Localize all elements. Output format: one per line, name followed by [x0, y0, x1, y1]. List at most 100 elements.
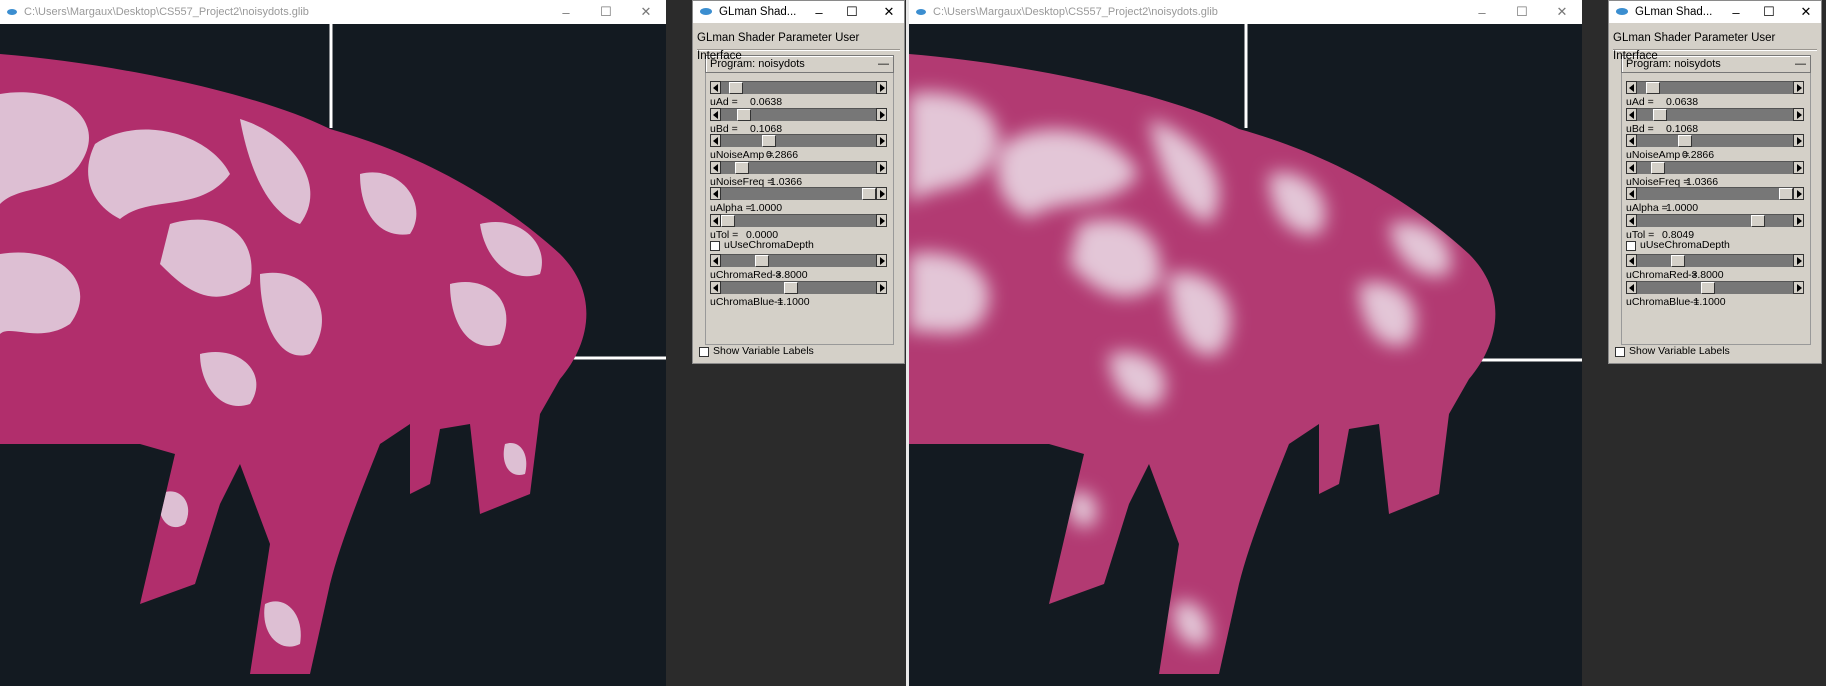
- slider-right-arrow-icon[interactable]: [876, 134, 887, 147]
- param-slider[interactable]: [710, 107, 887, 121]
- slider-left-arrow-icon[interactable]: [710, 134, 721, 147]
- close-icon[interactable]: ✕: [626, 4, 666, 20]
- collapse-toggle[interactable]: —: [878, 58, 889, 70]
- slider-thumb[interactable]: [735, 161, 750, 174]
- slider-thumb[interactable]: [784, 281, 799, 294]
- maximize-icon[interactable]: ☐: [1749, 4, 1789, 20]
- slider-track[interactable]: [721, 213, 876, 227]
- glman-viewer-left[interactable]: C:\Users\Margaux\Desktop\CS557_Project2\…: [0, 0, 666, 686]
- param-slider[interactable]: [1626, 107, 1804, 121]
- slider-track[interactable]: [721, 254, 876, 267]
- slider-right-arrow-icon[interactable]: [876, 107, 887, 121]
- close-icon[interactable]: ✕: [1789, 4, 1823, 20]
- slider-right-arrow-icon[interactable]: [876, 254, 887, 267]
- slider-thumb[interactable]: [1750, 214, 1765, 227]
- slider-track[interactable]: [1637, 280, 1793, 294]
- slider-track[interactable]: [1637, 160, 1793, 174]
- slider-left-arrow-icon[interactable]: [1626, 280, 1637, 294]
- slider-thumb[interactable]: [761, 135, 776, 147]
- param-slider[interactable]: [1626, 134, 1804, 147]
- slider-right-arrow-icon[interactable]: [1793, 134, 1804, 147]
- chroma-depth-checkbox[interactable]: [1626, 241, 1636, 251]
- chroma-depth-checkbox[interactable]: [710, 241, 720, 251]
- slider-thumb[interactable]: [1652, 108, 1667, 121]
- slider-track[interactable]: [1637, 134, 1793, 147]
- slider-thumb[interactable]: [729, 82, 744, 94]
- slider-track[interactable]: [721, 187, 876, 200]
- slider-track[interactable]: [721, 280, 876, 294]
- slider-right-arrow-icon[interactable]: [876, 187, 887, 200]
- slider-left-arrow-icon[interactable]: [710, 254, 721, 267]
- slider-right-arrow-icon[interactable]: [1793, 280, 1804, 294]
- param-slider[interactable]: [1626, 213, 1804, 227]
- slider-right-arrow-icon[interactable]: [876, 160, 887, 174]
- maximize-icon[interactable]: ☐: [586, 4, 626, 20]
- slider-left-arrow-icon[interactable]: [710, 107, 721, 121]
- minimize-icon[interactable]: –: [1723, 5, 1749, 20]
- slider-thumb[interactable]: [736, 108, 751, 121]
- slider-right-arrow-icon[interactable]: [1793, 187, 1804, 200]
- slider-right-arrow-icon[interactable]: [876, 213, 887, 227]
- slider-left-arrow-icon[interactable]: [1626, 81, 1637, 94]
- slider-left-arrow-icon[interactable]: [1626, 187, 1637, 200]
- param-slider[interactable]: [710, 187, 887, 200]
- slider-track[interactable]: [721, 107, 876, 121]
- slider-right-arrow-icon[interactable]: [1793, 254, 1804, 267]
- slider-left-arrow-icon[interactable]: [1626, 213, 1637, 227]
- slider-left-arrow-icon[interactable]: [1626, 160, 1637, 174]
- slider-left-arrow-icon[interactable]: [1626, 254, 1637, 267]
- slider-left-arrow-icon[interactable]: [710, 160, 721, 174]
- param-slider[interactable]: [710, 254, 887, 267]
- slider-left-arrow-icon[interactable]: [1626, 134, 1637, 147]
- slider-right-arrow-icon[interactable]: [876, 81, 887, 94]
- param-slider[interactable]: [710, 160, 887, 174]
- slider-thumb[interactable]: [1779, 188, 1793, 200]
- slider-track[interactable]: [1637, 213, 1793, 227]
- slider-thumb[interactable]: [1678, 135, 1693, 147]
- shader-panel-right[interactable]: GLman Shad... – ☐ ✕ GLman Shader Paramet…: [1608, 0, 1822, 364]
- param-slider[interactable]: [710, 134, 887, 147]
- maximize-icon[interactable]: ☐: [832, 4, 872, 20]
- slider-left-arrow-icon[interactable]: [710, 280, 721, 294]
- slider-right-arrow-icon[interactable]: [1793, 107, 1804, 121]
- param-slider[interactable]: [1626, 187, 1804, 200]
- slider-thumb[interactable]: [1700, 281, 1715, 294]
- glman-viewer-right[interactable]: C:\Users\Margaux\Desktop\CS557_Project2\…: [909, 0, 1582, 686]
- slider-thumb[interactable]: [1645, 82, 1660, 94]
- param-slider[interactable]: [710, 213, 887, 227]
- slider-thumb[interactable]: [1671, 255, 1686, 267]
- minimize-icon[interactable]: –: [806, 5, 832, 20]
- slider-track[interactable]: [1637, 107, 1793, 121]
- panel-titlebar[interactable]: GLman Shad... – ☐ ✕: [693, 1, 904, 23]
- param-slider[interactable]: [1626, 280, 1804, 294]
- show-labels-checkbox[interactable]: [1615, 347, 1625, 357]
- slider-left-arrow-icon[interactable]: [710, 81, 721, 94]
- slider-left-arrow-icon[interactable]: [1626, 107, 1637, 121]
- show-labels-checkbox[interactable]: [699, 347, 709, 357]
- pig-render-sharp[interactable]: [0, 24, 666, 686]
- minimize-icon[interactable]: –: [1462, 5, 1502, 20]
- slider-thumb[interactable]: [1651, 161, 1666, 174]
- program-rollout[interactable]: Program: noisydots —: [1621, 55, 1811, 73]
- maximize-icon[interactable]: ☐: [1502, 4, 1542, 20]
- slider-track[interactable]: [1637, 187, 1793, 200]
- slider-left-arrow-icon[interactable]: [710, 187, 721, 200]
- close-icon[interactable]: ✕: [1542, 4, 1582, 20]
- slider-track[interactable]: [721, 81, 876, 94]
- slider-right-arrow-icon[interactable]: [1793, 81, 1804, 94]
- slider-thumb[interactable]: [754, 255, 769, 267]
- slider-track[interactable]: [1637, 254, 1793, 267]
- param-slider[interactable]: [1626, 254, 1804, 267]
- slider-right-arrow-icon[interactable]: [1793, 160, 1804, 174]
- param-slider[interactable]: [1626, 81, 1804, 94]
- slider-track[interactable]: [721, 134, 876, 147]
- param-slider[interactable]: [710, 81, 887, 94]
- slider-right-arrow-icon[interactable]: [1793, 213, 1804, 227]
- slider-right-arrow-icon[interactable]: [876, 280, 887, 294]
- shader-panel-left[interactable]: GLman Shad... – ☐ ✕ GLman Shader Paramet…: [692, 0, 905, 364]
- program-rollout[interactable]: Program: noisydots —: [705, 55, 894, 73]
- slider-track[interactable]: [1637, 81, 1793, 94]
- param-slider[interactable]: [1626, 160, 1804, 174]
- slider-track[interactable]: [721, 160, 876, 174]
- minimize-icon[interactable]: –: [546, 5, 586, 20]
